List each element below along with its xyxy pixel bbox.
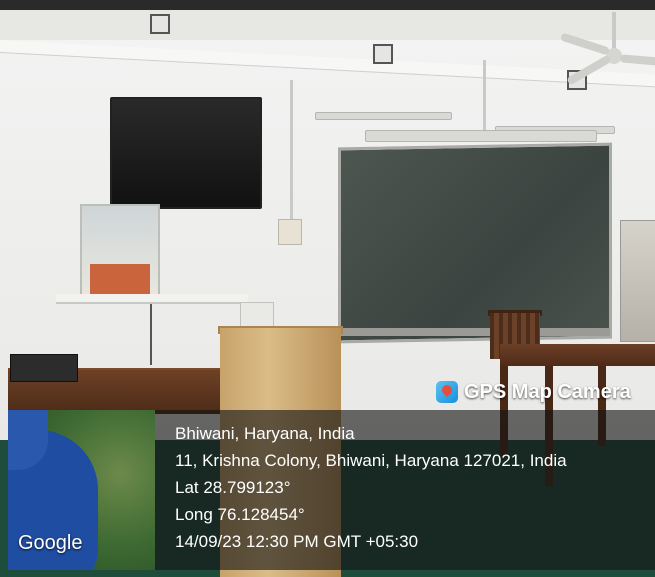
side-door bbox=[620, 220, 655, 342]
chalkboard-rail bbox=[335, 328, 610, 336]
google-logo: Google bbox=[18, 532, 83, 554]
board-light bbox=[365, 130, 597, 142]
vent-tile bbox=[373, 44, 393, 64]
city-line: Bhiwani, Haryana, India bbox=[175, 424, 355, 443]
conduit-pipe bbox=[483, 60, 486, 140]
window-box bbox=[90, 264, 150, 294]
wall-tv bbox=[110, 97, 262, 209]
conduit-pipe bbox=[290, 80, 293, 220]
longitude-line: Long 76.128454° bbox=[175, 505, 305, 524]
datetime-line: 14/09/23 12:30 PM GMT +05:30 bbox=[175, 532, 419, 551]
tube-light bbox=[315, 112, 452, 120]
latitude-line: Lat 28.799123° bbox=[175, 478, 291, 497]
ceiling bbox=[0, 0, 655, 40]
socket-box bbox=[240, 302, 274, 328]
switch-board bbox=[278, 219, 302, 245]
window-sill bbox=[56, 294, 248, 304]
vent-tile bbox=[150, 14, 170, 34]
fan-rod bbox=[612, 12, 616, 50]
classroom-photo: GPS Map Camera Google Bhiwani, Haryana, … bbox=[0, 0, 655, 577]
gps-map-camera-app-icon bbox=[436, 381, 458, 403]
table bbox=[500, 344, 655, 366]
projector bbox=[10, 354, 78, 382]
app-name: GPS Map Camera bbox=[464, 380, 631, 403]
chalkboard bbox=[338, 142, 612, 344]
address-line: 11, Krishna Colony, Bhiwani, Haryana 127… bbox=[175, 451, 567, 470]
location-info: Bhiwani, Haryana, India 11, Krishna Colo… bbox=[175, 420, 567, 555]
gps-map-camera-badge: GPS Map Camera bbox=[436, 375, 655, 409]
